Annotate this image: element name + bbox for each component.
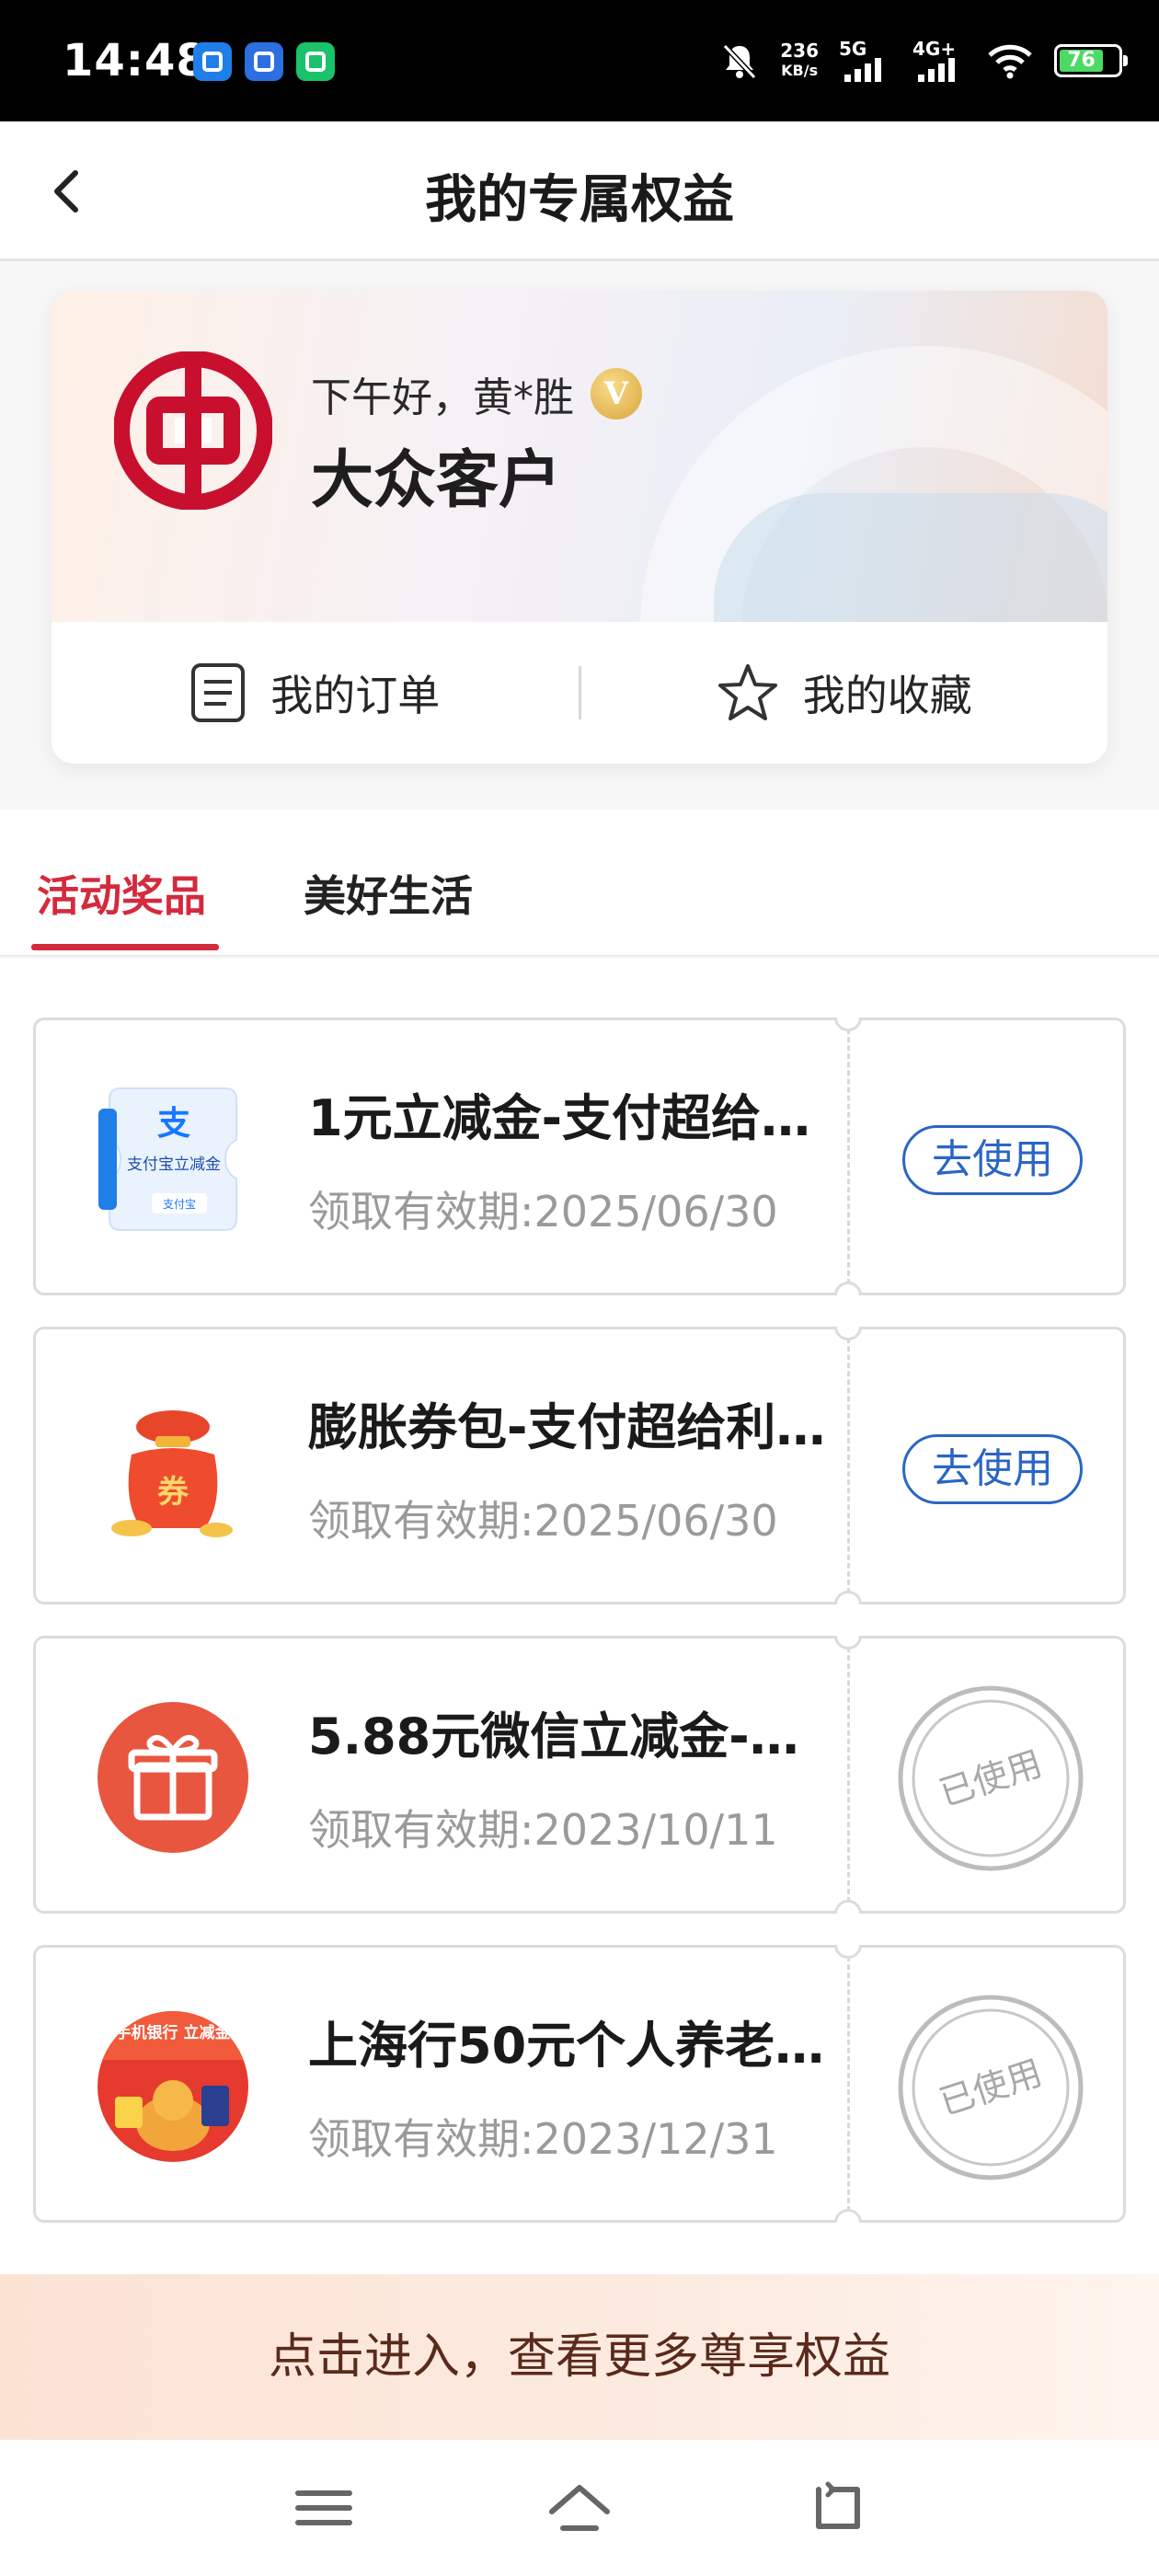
star-icon xyxy=(717,664,777,720)
member-card-links: 我的订单 我的收藏 xyxy=(52,622,1107,764)
coupon-validity: 领取有效期:2025/06/30 xyxy=(308,1496,778,1546)
notification-bank-icon xyxy=(245,42,283,81)
wifi-icon xyxy=(988,44,1032,79)
category-tabs: 活动奖品 美好生活 xyxy=(0,810,1159,957)
my-orders-button[interactable]: 我的订单 xyxy=(52,622,579,764)
vip-badge-icon: V xyxy=(591,368,642,420)
coupon-validity: 领取有效期:2025/06/30 xyxy=(308,1187,778,1236)
coupon-validity: 领取有效期:2023/12/31 xyxy=(308,2114,778,2164)
svg-text:已使用: 已使用 xyxy=(935,1742,1047,1813)
page-title: 我的专属权益 xyxy=(425,170,734,230)
active-tab-indicator xyxy=(31,944,219,950)
use-button[interactable]: 去使用 xyxy=(902,1125,1083,1195)
coupon-title: 1元立减金-支付超给… xyxy=(308,1089,810,1147)
coupon-title: 膨胀券包-支付超给利… xyxy=(308,1398,826,1456)
red-bag-coupon-icon: 券 xyxy=(111,1410,233,1537)
svg-text:支付宝立减金: 支付宝立减金 xyxy=(127,1156,221,1174)
coupon-title: 5.88元微信立减金-… xyxy=(308,1708,799,1765)
svg-text:支: 支 xyxy=(157,1105,190,1143)
used-stamp-icon: 已使用 xyxy=(898,1685,1084,1871)
bank-of-china-logo xyxy=(114,351,272,510)
svg-text:银行手机银行 立减金领取: 银行手机银行 立减金领取 xyxy=(95,2023,251,2042)
greeting: 下午好，黄*胜 V xyxy=(311,364,642,423)
coupon-item[interactable]: 券 膨胀券包-支付超给利… 领取有效期:2025/06/30 去使用 xyxy=(33,1327,1126,1604)
member-card: 下午好，黄*胜 V 大众客户 我的订单 我的收藏 xyxy=(52,291,1107,764)
greeting-text: 下午好，黄*胜 xyxy=(311,374,574,421)
coupon-title: 上海行50元个人养老… xyxy=(308,2017,825,2075)
use-button[interactable]: 去使用 xyxy=(902,1434,1083,1504)
battery-level: 76 xyxy=(1060,50,1104,72)
tab-activity-prizes[interactable]: 活动奖品 xyxy=(37,863,206,924)
order-list-icon xyxy=(191,663,246,722)
net-speed-value: 236 xyxy=(780,40,819,62)
menu-icon[interactable] xyxy=(287,2480,361,2536)
my-favorites-label: 我的收藏 xyxy=(802,671,972,720)
tab-good-life[interactable]: 美好生活 xyxy=(304,863,473,924)
coupon-validity: 领取有效期:2023/10/11 xyxy=(308,1805,778,1855)
svg-text:券: 券 xyxy=(157,1474,189,1511)
member-card-banner: 下午好，黄*胜 V 大众客户 xyxy=(52,291,1107,622)
back-nav-icon[interactable] xyxy=(800,2480,874,2536)
coupon-item[interactable]: 支 支付宝立减金 支付宝 1元立减金-支付超给… 领取有效期:2025/06/3… xyxy=(33,1018,1126,1295)
system-nav-bar xyxy=(0,2440,1159,2576)
alipay-coupon-icon: 支 支付宝立减金 支付宝 xyxy=(98,1087,237,1231)
page-header: 我的专属权益 xyxy=(0,121,1159,261)
coupon-list: 支 支付宝立减金 支付宝 1元立减金-支付超给… 领取有效期:2025/06/3… xyxy=(0,959,1159,2274)
svg-text:支付宝: 支付宝 xyxy=(163,1198,196,1211)
mute-bell-icon xyxy=(723,43,757,80)
home-icon[interactable] xyxy=(543,2480,616,2536)
my-favorites-button[interactable]: 我的收藏 xyxy=(581,622,1108,764)
net-speed: 236 KB/s xyxy=(780,40,819,81)
net-speed-unit: KB/s xyxy=(781,62,819,79)
battery-icon: 76 xyxy=(1054,44,1128,77)
pension-coupon-icon: 银行手机银行 立减金领取 xyxy=(95,2011,251,2162)
sim1-label: 5G xyxy=(839,38,867,60)
coupon-item[interactable]: 银行手机银行 立减金领取 上海行50元个人养老… 领取有效期:2023/12/3… xyxy=(33,1945,1126,2223)
my-orders-label: 我的订单 xyxy=(270,671,441,720)
sim2-label: 4G+ xyxy=(912,38,957,60)
more-benefits-banner[interactable]: 点击进入，查看更多尊享权益 xyxy=(0,2274,1159,2440)
status-time: 14:48 xyxy=(63,35,208,86)
status-bar: 14:48 236 KB/s 5G 4G+ 76 xyxy=(0,0,1159,121)
svg-text:已使用: 已使用 xyxy=(935,2052,1047,2122)
used-stamp-icon: 已使用 xyxy=(898,1995,1084,2180)
signal-sim1-icon: 5G xyxy=(839,38,892,84)
coupon-item[interactable]: 5.88元微信立减金-… 领取有效期:2023/10/11 已使用 xyxy=(33,1636,1126,1914)
signal-sim2-icon: 4G+ xyxy=(912,38,966,84)
gift-icon xyxy=(98,1702,248,1853)
notification-phone-icon xyxy=(296,42,335,81)
notification-app-icon xyxy=(193,42,232,81)
member-level: 大众客户 xyxy=(311,443,562,517)
